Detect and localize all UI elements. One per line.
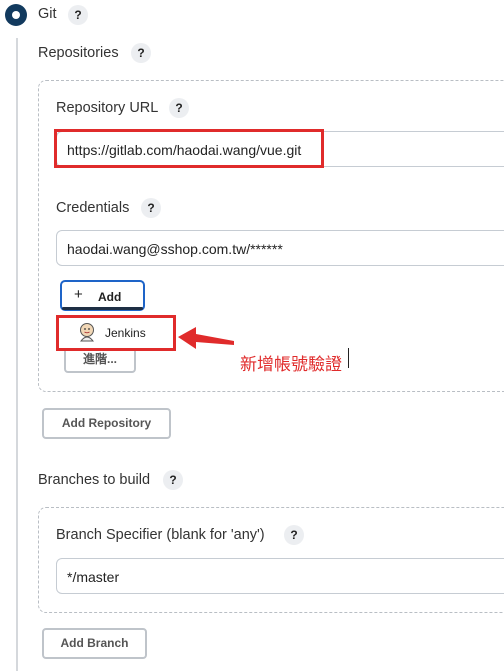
url-highlight-box — [54, 129, 324, 168]
add-repository-button[interactable]: Add Repository — [42, 408, 171, 439]
repository-url-help-icon[interactable]: ? — [169, 98, 189, 118]
credentials-select[interactable]: haodai.wang@sshop.com.tw/****** — [56, 230, 504, 266]
repositories-label: Repositories — [38, 45, 119, 61]
text-cursor — [348, 348, 349, 368]
add-button-label: Add — [98, 290, 122, 304]
credentials-help-icon[interactable]: ? — [141, 198, 161, 218]
git-label: Git — [38, 6, 57, 22]
repository-url-label: Repository URL — [56, 100, 159, 116]
branches-help-icon[interactable]: ? — [163, 470, 183, 490]
git-help-icon[interactable]: ? — [68, 5, 88, 25]
credentials-label: Credentials — [56, 200, 130, 216]
annotation-arrow-icon — [178, 327, 234, 349]
section-indent-line — [16, 38, 18, 671]
branch-specifier-help-icon[interactable]: ? — [284, 525, 304, 545]
add-branch-button[interactable]: Add Branch — [42, 628, 147, 659]
branch-specifier-input[interactable]: */master — [56, 558, 504, 594]
branch-specifier-label: Branch Specifier (blank for 'any') — [56, 527, 265, 543]
branches-label: Branches to build — [38, 472, 151, 488]
repositories-help-icon[interactable]: ? — [131, 43, 151, 63]
plus-icon: + — [74, 286, 83, 303]
jenkins-highlight-box — [56, 315, 176, 351]
add-button-underline — [62, 307, 143, 310]
annotation-text: 新增帳號驗證 — [240, 355, 342, 374]
git-radio[interactable] — [5, 4, 27, 26]
